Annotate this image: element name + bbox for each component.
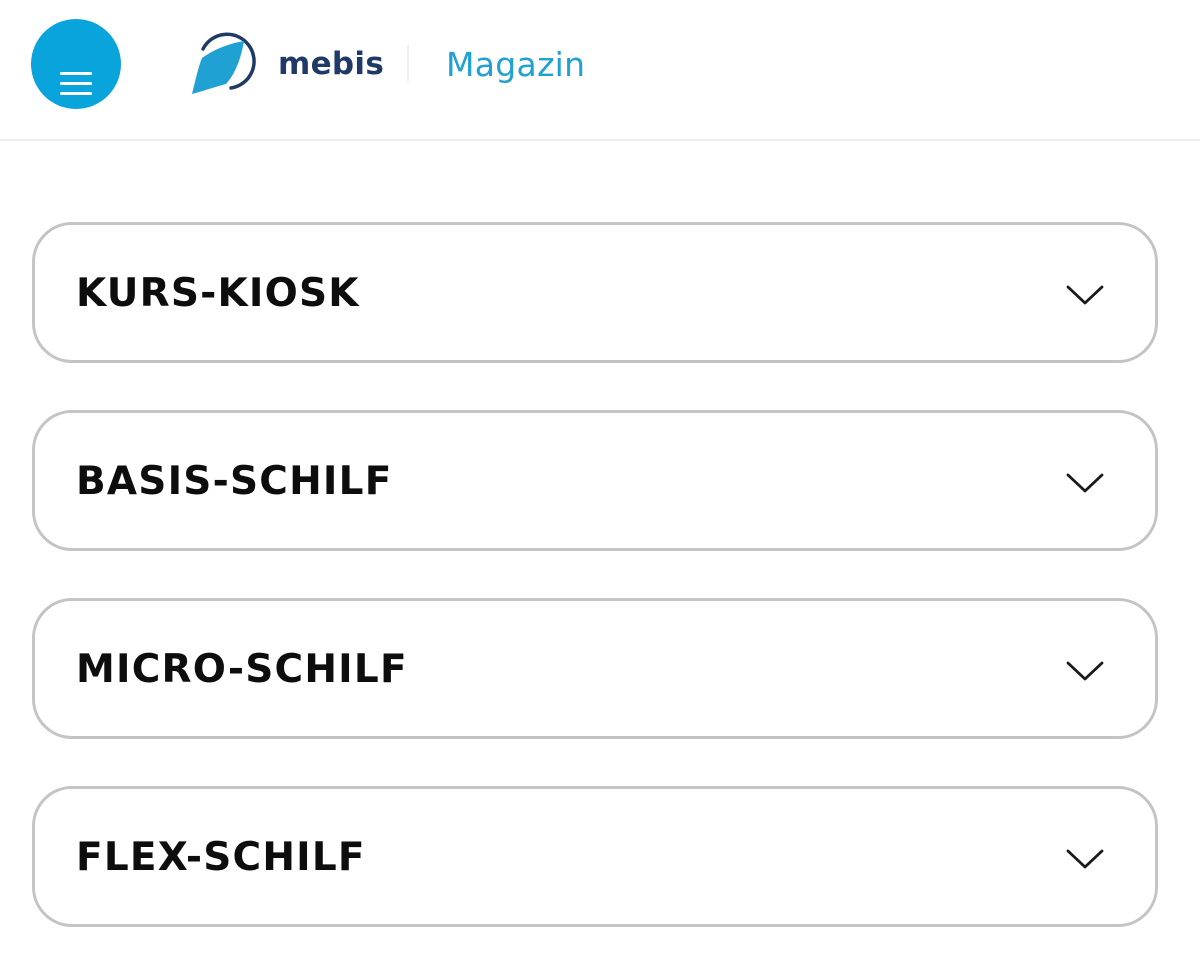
accordion-item-flex-schilf[interactable]: FLEX-SCHILF — [32, 786, 1158, 927]
menu-button[interactable] — [31, 19, 121, 109]
chevron-down-icon[interactable] — [1065, 284, 1105, 306]
accordion-item-label: FLEX-SCHILF — [76, 835, 366, 880]
logo-text[interactable]: mebis — [278, 44, 384, 84]
accordion-item-micro-schilf[interactable]: MICRO-SCHILF — [32, 598, 1158, 739]
site-header: mebis Magazin — [0, 0, 1200, 141]
accordion-item-label: KURS-KIOSK — [76, 271, 360, 316]
chevron-down-icon[interactable] — [1065, 472, 1105, 494]
hamburger-menu-icon-line — [60, 82, 92, 85]
chevron-down-icon[interactable] — [1065, 660, 1105, 682]
mebis-logo-icon[interactable] — [189, 31, 259, 97]
accordion-item-label: BASIS-SCHILF — [76, 459, 393, 504]
chevron-down-icon[interactable] — [1065, 848, 1105, 870]
header-divider — [407, 45, 409, 81]
accordion-item-basis-schilf[interactable]: BASIS-SCHILF — [32, 410, 1158, 551]
hamburger-menu-icon — [60, 72, 92, 75]
accordion-item-label: MICRO-SCHILF — [76, 647, 408, 692]
hamburger-menu-icon-line — [60, 92, 92, 95]
accordion-list: KURS-KIOSK BASIS-SCHILF MICRO-SCHILF FLE… — [32, 222, 1158, 974]
accordion-item-kurs-kiosk[interactable]: KURS-KIOSK — [32, 222, 1158, 363]
section-link-magazin[interactable]: Magazin — [446, 44, 585, 86]
